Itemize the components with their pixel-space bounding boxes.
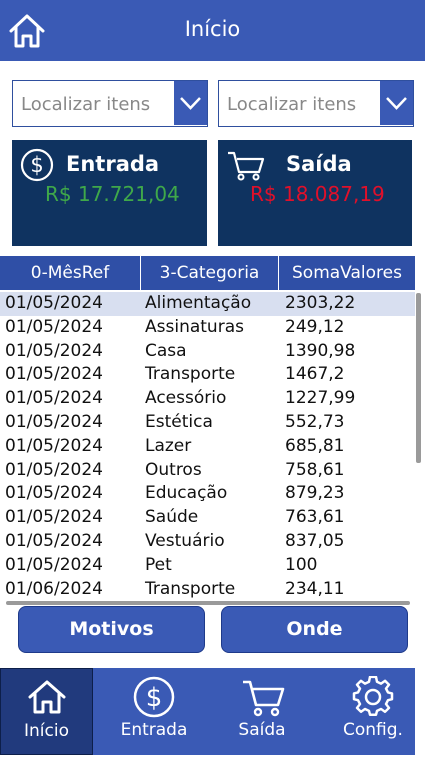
cell-categoria: Alimentação [145,293,252,313]
search-input-left[interactable] [19,90,173,118]
chevron-down-icon[interactable] [174,81,207,125]
cell-mesref: 01/05/2024 [5,316,103,337]
cell-categoria: Outros [145,459,202,480]
table-row[interactable]: 01/05/2024 Lazer 685,81 [0,435,415,459]
cell-valor: 1227,99 [285,388,356,409]
horizontal-scrollbar[interactable] [6,601,410,605]
cell-mesref: 01/05/2024 [5,483,103,504]
column-header-mesref[interactable]: 0-MêsRef [0,256,141,290]
filter-dropdown-right[interactable] [218,80,414,127]
cell-categoria: Assinaturas [145,316,244,337]
cell-mesref: 01/05/2024 [5,388,103,409]
cell-valor: 837,05 [285,530,345,551]
cell-valor: 879,23 [285,483,345,504]
dollar-icon: $ [20,148,54,182]
table-row[interactable]: 01/05/2024 Transporte 1467,2 [0,363,415,387]
nav-item-entrada[interactable]: $ Entrada [106,668,202,755]
nav-item-saida[interactable]: Saída [215,668,309,755]
nav-label-inicio: Início [24,721,69,741]
gear-icon [352,676,394,716]
search-input-right[interactable] [225,90,379,118]
nav-label-saida: Saída [238,720,286,740]
entrada-value: R$ 17.721,04 [45,182,180,206]
cell-mesref: 01/05/2024 [5,507,103,528]
cell-valor: 100 [285,554,318,575]
filter-dropdown-left[interactable] [12,80,208,127]
cell-mesref: 01/05/2024 [5,364,103,385]
cell-categoria: Vestuário [145,530,225,551]
table-body[interactable]: 01/05/2024 Alimentação 2303,22 01/05/2024 A… [0,292,415,600]
cell-categoria: Transporte [145,364,236,385]
motivos-button[interactable]: Motivos [18,606,205,653]
nav-item-config[interactable]: Config. [325,668,421,755]
cell-valor: 685,81 [285,435,345,456]
cell-valor: 1467,2 [285,364,345,385]
cell-categoria: Casa [145,340,187,361]
cell-mesref: 01/06/2024 [5,578,103,599]
table-row[interactable]: 01/06/2024 Transporte 234,11 [0,578,415,600]
cell-valor: 763,61 [285,507,345,528]
bottom-nav: Início $ Entrada Saída Config. [0,668,415,755]
cell-mesref: 01/05/2024 [5,340,103,361]
table-row[interactable]: 01/05/2024 Pet 100 [0,554,415,578]
saida-label: Saída [286,152,352,176]
cell-mesref: 01/05/2024 [5,554,103,575]
cell-mesref: 01/05/2024 [5,530,103,551]
cell-categoria: Lazer [145,435,192,456]
cell-valor: 758,61 [285,459,345,480]
table-row[interactable]: 01/05/2024 Casa 1390,98 [0,340,415,364]
column-header-somavalores[interactable]: SomaValores [279,256,415,290]
table-row[interactable]: 01/05/2024 Vestuário 837,05 [0,530,415,554]
onde-button[interactable]: Onde [221,606,408,653]
column-header-categoria[interactable]: 3-Categoria [141,256,279,290]
svg-text:$: $ [30,153,43,177]
cell-valor: 552,73 [285,411,345,432]
cell-mesref: 01/05/2024 [5,435,103,456]
cart-icon [243,680,285,717]
cell-mesref: 01/05/2024 [5,293,103,313]
saida-value: R$ 18.087,19 [250,182,385,206]
table-row[interactable]: 01/05/2024 Acessório 1227,99 [0,387,415,411]
table-header: 0-MêsRef 3-Categoria SomaValores [0,256,415,290]
svg-text:$: $ [146,683,163,713]
table-row[interactable]: 01/05/2024 Assinaturas 249,12 [0,316,415,340]
entrada-label: Entrada [66,152,160,176]
cell-valor: 234,11 [285,578,345,599]
cell-categoria: Acessório [145,388,227,409]
cell-categoria: Educação [145,483,228,504]
table-row[interactable]: 01/05/2024 Saúde 763,61 [0,506,415,530]
page-title: Início [184,17,241,41]
entrada-card: $ Entrada R$ 17.721,04 [12,140,207,246]
dollar-icon: $ [133,676,175,718]
vertical-scrollbar[interactable] [416,293,421,463]
cell-valor: 2303,22 [285,293,356,313]
table-row[interactable]: 01/05/2024 Alimentação 2303,22 [0,292,415,316]
saida-card: Saída R$ 18.087,19 [218,140,412,246]
cell-categoria: Pet [145,554,172,575]
cell-categoria: Saúde [145,507,199,528]
cell-valor: 1390,98 [285,340,356,361]
cart-icon [228,151,265,181]
nav-label-entrada: Entrada [120,720,188,740]
table-row[interactable]: 01/05/2024 Outros 758,61 [0,459,415,483]
nav-item-inicio[interactable]: Início [0,668,93,755]
home-icon [28,680,66,714]
table-row[interactable]: 01/05/2024 Estética 552,73 [0,411,415,435]
cell-categoria: Transporte [145,578,236,599]
table-row[interactable]: 01/05/2024 Educação 879,23 [0,482,415,506]
cell-valor: 249,12 [285,316,345,337]
chevron-down-icon[interactable] [380,81,413,125]
app-header: Início [0,0,425,61]
cell-categoria: Estética [145,411,213,432]
cell-mesref: 01/05/2024 [5,459,103,480]
nav-label-config: Config. [343,720,403,740]
cell-mesref: 01/05/2024 [5,411,103,432]
